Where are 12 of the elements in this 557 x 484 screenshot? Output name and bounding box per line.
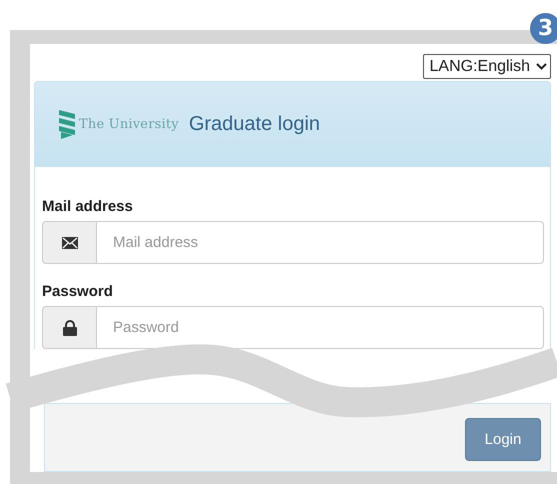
envelope-icon [62, 236, 78, 248]
email-field[interactable]: Mail address [96, 221, 544, 264]
page-title: Graduate login [188, 112, 320, 136]
language-select[interactable]: LANG:English [422, 54, 551, 79]
university-logo: The University [57, 108, 179, 140]
logo-icon [57, 108, 77, 140]
password-field[interactable]: Password [96, 306, 544, 349]
field-label: Mail address [42, 198, 134, 215]
lock-icon [62, 320, 76, 336]
step-badge: 3 [530, 13, 557, 44]
caret-icon [536, 63, 547, 70]
field-label: Password [42, 283, 114, 300]
